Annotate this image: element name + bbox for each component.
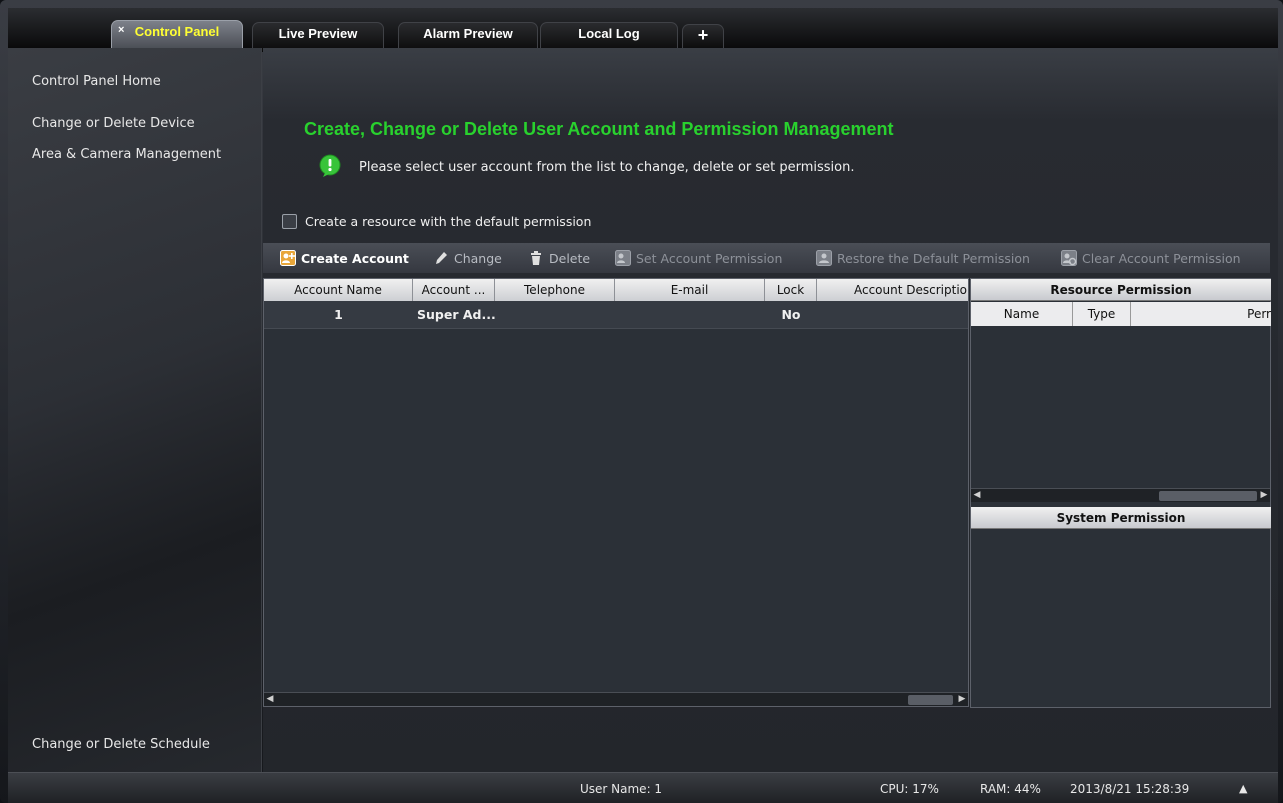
tab-bar: × Control Panel Live Preview Alarm Previ…	[8, 8, 1278, 56]
expand-up-icon[interactable]: ▲	[1239, 782, 1247, 795]
restore-permission-icon	[816, 250, 832, 266]
pencil-icon	[436, 252, 447, 264]
cell-description	[817, 301, 968, 329]
column-header[interactable]: Account ...	[413, 279, 495, 301]
delete-label: Delete	[549, 250, 591, 266]
add-tab-button[interactable]: +	[682, 24, 724, 50]
create-account-icon	[280, 250, 296, 266]
status-user: User Name: 1	[580, 782, 663, 796]
change-button[interactable]: Change	[433, 250, 502, 266]
delete-button[interactable]: Delete	[528, 250, 590, 266]
resource-horizontal-scrollbar[interactable]: ◀ ▶	[971, 488, 1270, 502]
scroll-right-icon[interactable]: ▶	[956, 693, 968, 706]
status-ram: RAM: 44%	[980, 782, 1041, 796]
status-cpu: CPU: 17%	[880, 782, 939, 796]
scroll-thumb[interactable]	[908, 695, 953, 705]
column-header[interactable]: Account Descriptio	[817, 279, 968, 301]
table-row[interactable]: 1 Super Ad... No	[264, 301, 968, 329]
scroll-left-icon[interactable]: ◀	[264, 693, 276, 706]
resource-permission-columns: Name Type Perr	[971, 302, 1271, 326]
cell-account-type: Super Ad...	[417, 307, 496, 322]
clear-permission-label: Clear Account Permission	[1082, 250, 1241, 266]
scroll-thumb[interactable]	[1159, 491, 1257, 501]
clear-account-permission-button[interactable]: Clear Account Permission	[1061, 250, 1241, 266]
tab-label: Control Panel	[134, 24, 220, 39]
column-header[interactable]: Lock	[765, 279, 817, 301]
set-permission-label: Set Account Permission	[636, 250, 783, 266]
column-header[interactable]: E-mail	[615, 279, 765, 301]
system-permission-header: System Permission	[971, 507, 1271, 529]
scroll-left-icon[interactable]: ◀	[971, 489, 983, 502]
tab-label: Local Log	[578, 26, 640, 41]
change-label: Change	[454, 250, 502, 266]
column-header[interactable]: Perr	[1131, 302, 1271, 326]
cell-email	[615, 301, 765, 329]
tab-label: Alarm Preview	[423, 26, 513, 41]
app-window: × Control Panel Live Preview Alarm Previ…	[0, 0, 1283, 803]
page-title: Create, Change or Delete User Account an…	[304, 119, 894, 139]
create-account-label: Create Account	[301, 250, 409, 266]
column-header[interactable]: Name	[971, 302, 1073, 326]
status-datetime: 2013/8/21 15:28:39	[1070, 782, 1190, 796]
clear-permission-icon	[1061, 250, 1077, 266]
sidebar-item-change-or-delete-schedule[interactable]: Change or Delete Schedule	[32, 737, 210, 752]
info-message: Please select user account from the list…	[359, 160, 855, 175]
info-bubble-icon	[319, 154, 341, 177]
restore-default-label: Restore the Default Permission	[837, 250, 1030, 266]
column-header[interactable]: Type	[1073, 302, 1131, 326]
trash-icon	[531, 251, 541, 265]
resource-permission-header: Resource Permission	[971, 279, 1271, 301]
default-permission-label[interactable]: Create a resource with the default permi…	[305, 214, 591, 229]
permission-panel: Resource Permission Name Type Perr ◀ ▶ S…	[970, 278, 1271, 708]
tab-label: Live Preview	[278, 26, 358, 41]
set-account-permission-button[interactable]: Set Account Permission	[615, 250, 782, 266]
sidebar-item-area-camera-management[interactable]: Area & Camera Management	[32, 147, 221, 162]
table-header: Account Name Account ... Telephone E-mai…	[264, 279, 968, 301]
sidebar-item-change-or-delete-device[interactable]: Change or Delete Device	[32, 116, 195, 131]
column-header[interactable]: Account Name	[264, 279, 413, 301]
accounts-table: Account Name Account ... Telephone E-mai…	[263, 278, 969, 707]
plus-icon: +	[697, 25, 709, 45]
default-permission-checkbox[interactable]	[282, 214, 297, 229]
restore-default-permission-button[interactable]: Restore the Default Permission	[816, 250, 1030, 266]
close-tab-icon[interactable]: ×	[118, 19, 124, 41]
create-account-button[interactable]: Create Account	[280, 250, 409, 266]
status-bar: User Name: 1 CPU: 17% RAM: 44% 2013/8/21…	[8, 772, 1278, 803]
cell-account-name: 1	[334, 307, 343, 322]
account-toolbar: Create Account Change Delete Set Account…	[263, 243, 1270, 273]
accounts-horizontal-scrollbar[interactable]: ◀ ▶	[264, 692, 968, 706]
scroll-right-icon[interactable]: ▶	[1258, 489, 1270, 502]
sidebar-item-control-panel-home[interactable]: Control Panel Home	[32, 74, 161, 89]
column-header[interactable]: Telephone	[495, 279, 615, 301]
cell-telephone	[495, 301, 615, 329]
cell-lock: No	[781, 307, 801, 322]
set-permission-icon	[615, 250, 631, 266]
